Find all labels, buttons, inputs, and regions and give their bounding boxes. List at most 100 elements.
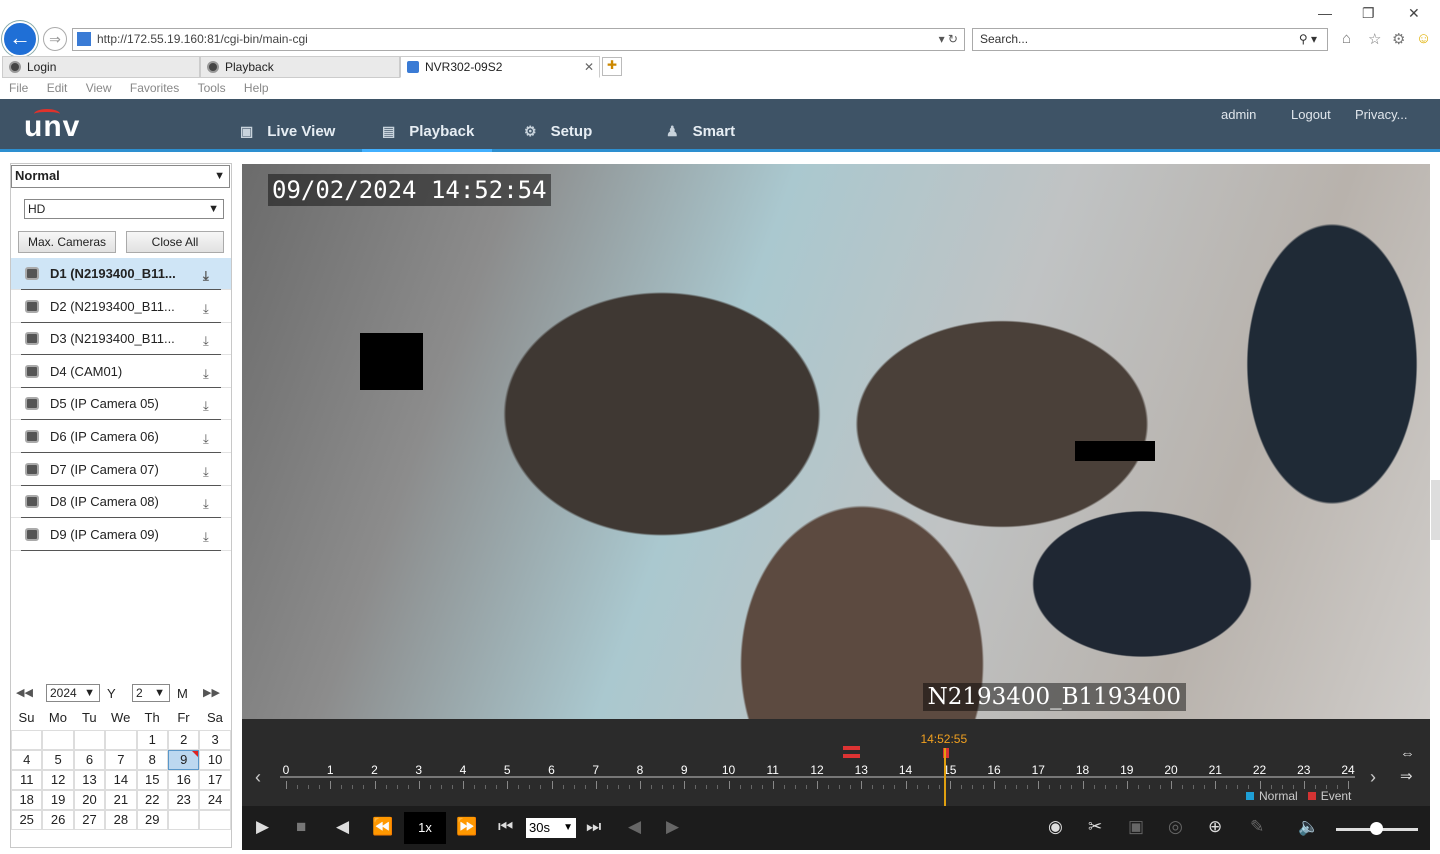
restore-icon[interactable]: ❐ <box>1362 5 1375 22</box>
calendar-day[interactable]: 25 <box>11 810 43 830</box>
camera-row[interactable]: D9 (IP Camera 09) ⤓ <box>11 519 231 551</box>
zoom-in-timeline-icon[interactable]: ⇔ <box>1400 745 1415 762</box>
stop-icon[interactable]: ■ <box>296 817 306 837</box>
calendar-day[interactable]: 27 <box>73 810 106 830</box>
timeline-cursor[interactable] <box>944 748 947 806</box>
download-icon[interactable]: ⤓ <box>203 521 209 552</box>
timeline-prev-icon[interactable]: ‹ <box>255 767 261 788</box>
calendar-day[interactable]: 12 <box>42 770 74 790</box>
close-window-icon[interactable]: ✕ <box>1408 5 1420 22</box>
refresh-icon[interactable]: ▾ ↻ <box>939 29 958 50</box>
record-type-select[interactable]: Normal ▼ <box>11 165 230 188</box>
prev-year-icon[interactable]: ◀◀ <box>16 686 33 699</box>
timeline-next-icon[interactable]: › <box>1370 767 1376 788</box>
settings-gear-icon[interactable]: ⚙ <box>1392 30 1405 48</box>
search-icon[interactable]: ⚲ ▾ <box>1299 29 1317 50</box>
download-icon[interactable]: ⤓ <box>203 423 209 454</box>
calendar-day[interactable]: 19 <box>42 790 74 810</box>
calendar-day[interactable]: 14 <box>105 770 137 790</box>
snapshot-camera-icon[interactable]: ◉ <box>1048 817 1063 837</box>
slow-down-icon[interactable]: ⏪ <box>372 817 393 837</box>
video-window[interactable]: 09/02/2024 14:52:54 N2193400_B1193400 <box>242 164 1430 719</box>
nav-playback[interactable]: ▤ Playback <box>362 99 493 152</box>
calendar-day[interactable]: 20 <box>73 790 106 810</box>
skip-interval-select[interactable]: 30s ▼ <box>526 818 576 838</box>
download-icon[interactable]: ⤓ <box>203 293 209 324</box>
download-icon[interactable]: ⤓ <box>203 390 209 421</box>
menu-help[interactable]: Help <box>244 81 269 95</box>
side-collapse-handle[interactable] <box>1431 480 1440 540</box>
skip-forward-icon[interactable]: ⏭ <box>586 817 601 837</box>
timeline[interactable]: ‹ › 0 1 2 3 4 5 6 7 8 9 10 11 12 13 14 15 16 17 18 19 20 21 22… <box>242 719 1430 806</box>
camera-row[interactable]: D5 (IP Camera 05) ⤓ <box>11 388 231 421</box>
new-tab-icon[interactable]: ✚ <box>602 57 622 76</box>
prev-frame-icon[interactable]: ◀ <box>628 817 641 837</box>
calendar-day[interactable]: 8 <box>136 750 168 770</box>
calendar-day[interactable]: 15 <box>136 770 168 790</box>
calendar-day[interactable]: 4 <box>11 750 43 770</box>
next-frame-icon[interactable]: ▶ <box>666 817 679 837</box>
privacy-link[interactable]: Privacy... <box>1355 107 1408 122</box>
volume-slider-handle[interactable] <box>1370 822 1383 835</box>
save-clip-icon[interactable]: ▣ <box>1128 817 1144 837</box>
calendar-day[interactable]: 18 <box>11 790 43 810</box>
nav-setup[interactable]: ⚙ Setup <box>524 99 610 152</box>
camera-row[interactable]: D8 (IP Camera 08) ⤓ <box>11 486 231 519</box>
download-icon[interactable]: ⤓ <box>203 488 209 519</box>
skip-back-icon[interactable]: ⏮ <box>498 817 513 837</box>
zoom-in-icon[interactable]: ⊕ <box>1208 817 1222 837</box>
calendar-day[interactable]: 11 <box>11 770 43 790</box>
tab-nvr[interactable]: NVR302-09S2 ✕ <box>400 56 600 78</box>
camera-row[interactable]: D7 (IP Camera 07) ⤓ <box>11 454 231 486</box>
menu-favorites[interactable]: Favorites <box>130 81 179 95</box>
menu-file[interactable]: File <box>9 81 28 95</box>
back-arrow-icon[interactable]: ← <box>2 21 38 57</box>
calendar-day[interactable]: 24 <box>199 790 231 810</box>
tag-icon[interactable]: ✎ <box>1250 817 1264 837</box>
address-bar[interactable]: http://172.55.19.160:81/cgi-bin/main-cgi… <box>72 28 965 51</box>
nav-live-view[interactable]: ▣ Live View <box>240 99 353 152</box>
calendar-day[interactable]: 13 <box>73 770 106 790</box>
month-select[interactable]: 2 ▼ <box>132 684 170 702</box>
home-icon[interactable]: ⌂ <box>1342 30 1351 47</box>
menu-tools[interactable]: Tools <box>198 81 226 95</box>
download-icon[interactable]: ⤓ <box>203 456 209 487</box>
calendar-day[interactable]: 10 <box>199 750 231 770</box>
play-icon[interactable]: ▶ <box>256 817 269 837</box>
logout-link[interactable]: Logout <box>1291 107 1331 122</box>
favorites-star-icon[interactable]: ☆ <box>1368 30 1381 48</box>
camera-row[interactable]: D3 (N2193400_B11... ⤓ <box>11 323 231 356</box>
next-month-icon[interactable]: ▶▶ <box>203 686 220 699</box>
menu-edit[interactable]: Edit <box>47 81 68 95</box>
digital-zoom-icon[interactable]: ◎ <box>1168 817 1183 837</box>
minimize-icon[interactable]: — <box>1318 5 1332 21</box>
calendar-day[interactable]: 5 <box>42 750 74 770</box>
camera-row[interactable]: D1 (N2193400_B11... ⤓ <box>11 258 231 290</box>
calendar-day[interactable]: 2 <box>168 730 200 750</box>
close-all-button[interactable]: Close All <box>126 231 224 253</box>
speed-up-icon[interactable]: ⏩ <box>456 817 477 837</box>
reverse-play-icon[interactable]: ◀ <box>336 817 349 837</box>
calendar-day[interactable]: 6 <box>73 750 106 770</box>
tab-playback[interactable]: Playback <box>200 56 400 78</box>
camera-row[interactable]: D6 (IP Camera 06) ⤓ <box>11 421 231 453</box>
forward-arrow-icon[interactable]: ⇒ <box>43 27 67 51</box>
tab-login[interactable]: Login <box>2 56 200 78</box>
calendar-day[interactable]: 7 <box>105 750 137 770</box>
menu-view[interactable]: View <box>86 81 112 95</box>
calendar-day[interactable]: 23 <box>168 790 200 810</box>
calendar-day[interactable]: 26 <box>42 810 74 830</box>
camera-row[interactable]: D2 (N2193400_B11... ⤓ <box>11 291 231 323</box>
volume-icon[interactable]: 🔈 <box>1298 817 1319 837</box>
calendar-day[interactable]: 29 <box>136 810 168 830</box>
download-icon[interactable]: ⤓ <box>203 325 209 356</box>
calendar-day[interactable]: 1 <box>136 730 168 750</box>
browser-search-input[interactable]: Search... ⚲ ▾ <box>972 28 1328 51</box>
close-tab-icon[interactable]: ✕ <box>584 57 594 77</box>
download-icon[interactable]: ⤓ <box>203 358 209 389</box>
feedback-smiley-icon[interactable]: ☺ <box>1416 30 1431 47</box>
calendar-day[interactable]: 17 <box>199 770 231 790</box>
zoom-out-timeline-icon[interactable]: ⇒ <box>1400 767 1413 785</box>
stream-select[interactable]: HD ▼ <box>24 199 224 219</box>
nav-smart[interactable]: ♟ Smart <box>666 99 753 152</box>
